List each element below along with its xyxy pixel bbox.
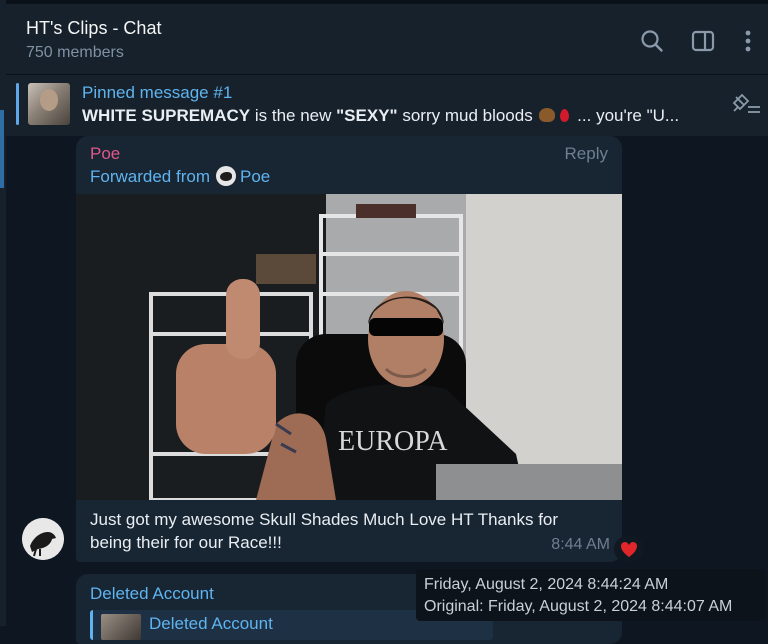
message-time[interactable]: 8:44 AM [551,536,610,554]
message-caption: Just got my awesome Skull Shades Much Lo… [90,510,559,552]
pinned-message-text: WHITE SUPREMACY is the new "SEXY" sorry … [82,106,679,126]
reply-preview-thumbnail [101,614,141,640]
tooltip-original-time: Original: Friday, August 2, 2024 8:44:07… [424,598,733,615]
heart-icon [621,542,637,557]
more-vertical-icon[interactable] [735,28,761,54]
pinned-text-1: is the new [250,106,337,125]
pinned-message-bar[interactable]: Pinned message #1 WHITE SUPREMACY is the… [6,74,768,136]
message-sender[interactable]: Poe [90,144,120,164]
unpin-icon[interactable] [728,93,762,117]
active-chat-indicator [0,110,4,188]
pinned-text-2: sorry mud bloods [397,106,538,125]
tooltip-edited-time: Friday, August 2, 2024 8:44:24 AM [424,576,669,593]
pinned-message-title: Pinned message #1 [82,83,233,102]
forwarded-avatar-icon [215,166,236,186]
reaction-badge[interactable] [614,536,644,562]
pinned-text-3: ... you're "U... [572,106,680,125]
poo-emoji-icon [539,108,556,122]
blood-drop-emoji-icon [560,109,570,122]
forwarded-header[interactable]: Forwarded from Poe [90,166,270,187]
chat-header: HT's Clips - Chat 750 members [6,0,768,74]
forwarded-from-name[interactable]: Poe [240,167,270,186]
sender-avatar[interactable] [22,518,64,560]
pinned-text-bold-2: "SEXY" [336,106,398,125]
reply-preview-sender: Deleted Account [149,614,273,633]
pinned-message-thumbnail [28,83,70,125]
photo-illustration: EUROPA [76,194,622,500]
search-icon[interactable] [639,28,665,54]
chat-title[interactable]: HT's Clips - Chat [26,18,161,39]
timestamp-tooltip: Friday, August 2, 2024 8:44:24 AM Origin… [416,569,766,621]
shirt-text: EUROPA [338,426,448,457]
message-bubble[interactable]: Poe Reply Forwarded from Poe EUROPA Just… [76,136,622,562]
message-2-sender[interactable]: Deleted Account [90,584,214,604]
forwarded-label: Forwarded from [90,167,210,186]
message-photo[interactable]: EUROPA [76,194,622,500]
raven-icon [22,518,64,560]
pinned-text-bold-1: WHITE SUPREMACY [82,106,251,125]
member-count: 750 members [26,44,124,61]
reply-button[interactable]: Reply [565,144,608,164]
sidebar-toggle-icon[interactable] [690,28,716,54]
pinned-indicator-bar [16,83,19,125]
